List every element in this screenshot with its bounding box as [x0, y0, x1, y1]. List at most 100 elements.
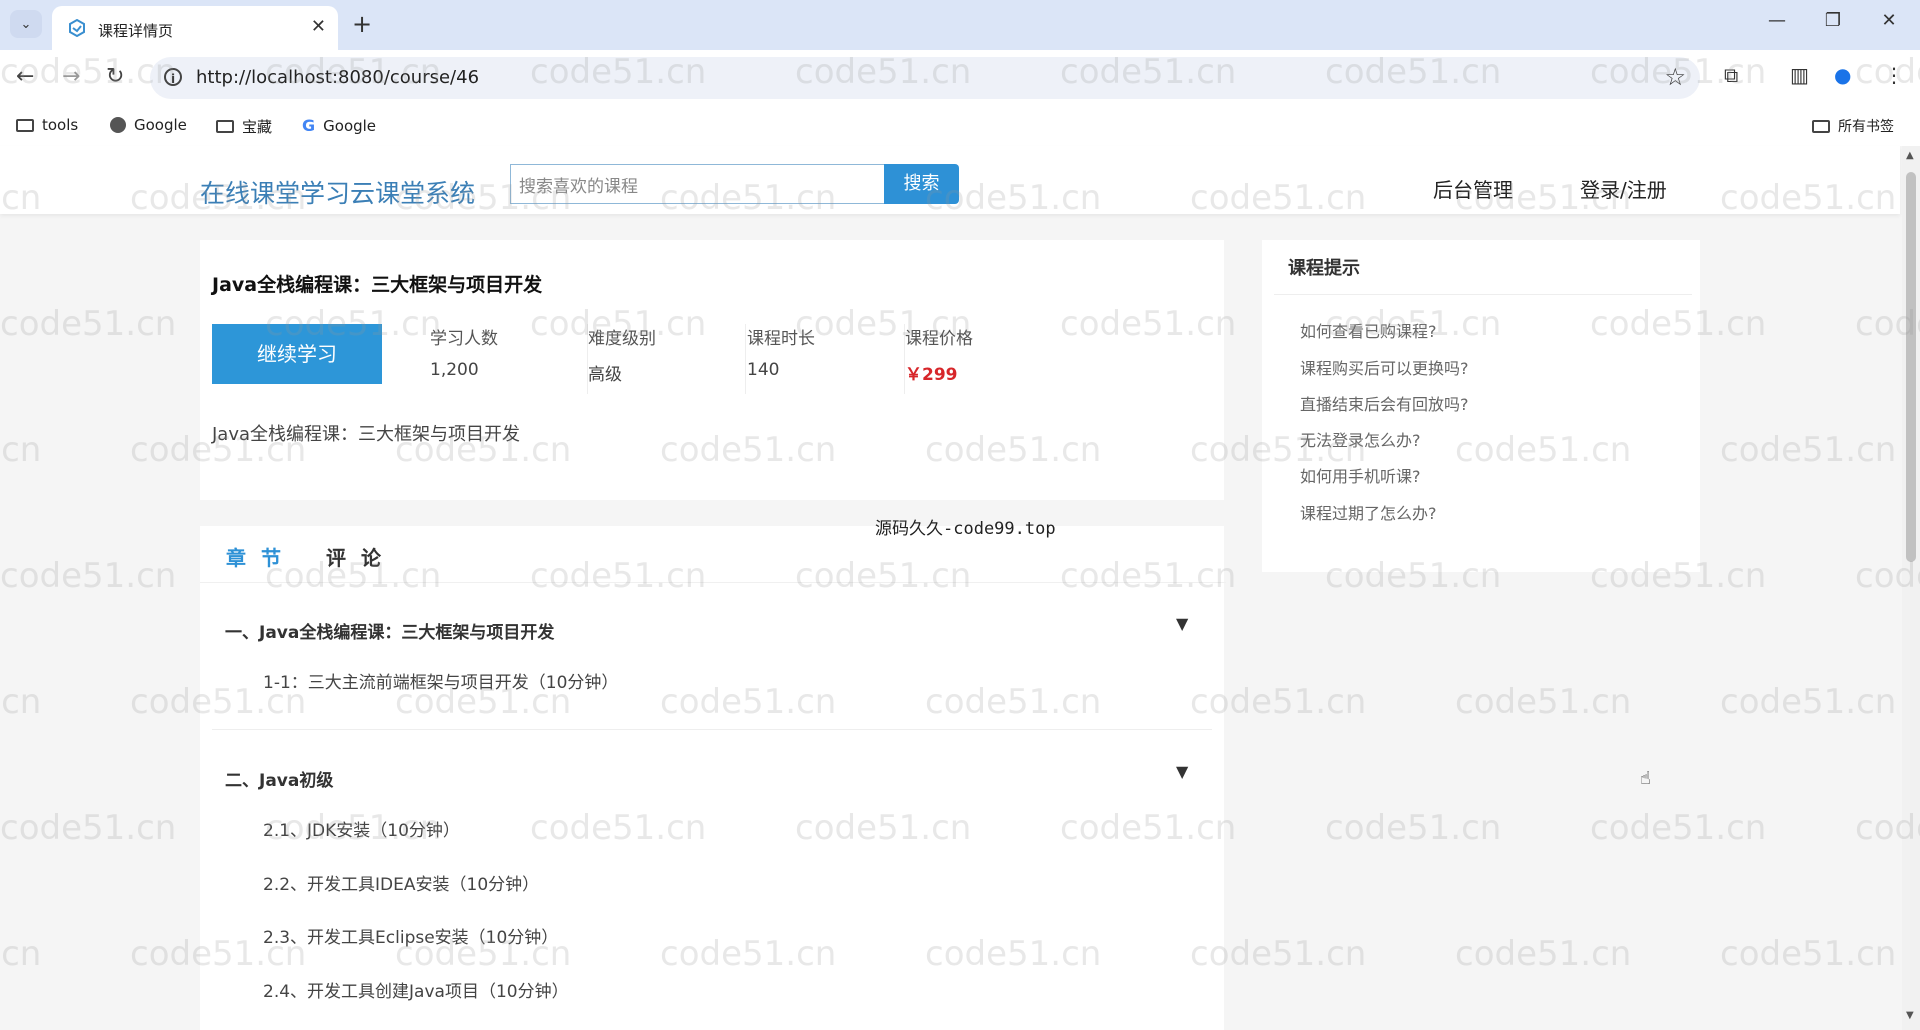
- content-tabs: 章 节 评 论: [200, 526, 1226, 583]
- watermark-text: code51.cn: [1720, 934, 1897, 974]
- restore-window-icon[interactable]: ❐: [1818, 10, 1848, 31]
- folder-icon: [16, 118, 34, 132]
- watermark-text: code51.cn: [1720, 430, 1897, 470]
- bookmark-label: Google: [323, 116, 377, 135]
- browser-toolbar: ← → ↻ i http://localhost:8080/course/46 …: [0, 50, 1920, 106]
- browser-tab[interactable]: 课程详情页 ✕: [52, 6, 338, 50]
- watermark-text: code51.cn: [1720, 682, 1897, 722]
- watermark-text: code51.cn: [1325, 808, 1502, 848]
- tip-link[interactable]: 如何用手机听课?: [1300, 463, 1421, 487]
- tab-title: 课程详情页: [98, 22, 174, 40]
- back-arrow-icon[interactable]: ←: [16, 64, 34, 89]
- google-icon: G: [302, 116, 316, 135]
- lesson-item[interactable]: 2.4、开发工具创建Java项目（10分钟）: [263, 977, 569, 1002]
- bookmark-label: tools: [42, 116, 79, 134]
- search-button[interactable]: 搜索: [884, 164, 959, 204]
- watermark-text: code51.cn: [0, 682, 42, 722]
- url-text[interactable]: http://localhost:8080/course/46: [196, 67, 479, 88]
- folder-icon: [216, 120, 234, 133]
- course-info-card: Java全栈编程课：三大框架与项目开发 继续学习 学习人数 1,200 难度级别…: [200, 240, 1224, 500]
- watermark-text: code51.cn: [1590, 808, 1767, 848]
- tips-title: 课程提示: [1288, 258, 1360, 279]
- bookmark-star-icon[interactable]: ☆: [1664, 63, 1686, 91]
- lesson-item[interactable]: 2.2、开发工具IDEA安装（10分钟）: [263, 870, 539, 895]
- tip-link[interactable]: 直播结束后会有回放吗?: [1300, 391, 1469, 415]
- tab-search-menu-button[interactable]: ⌄: [10, 10, 42, 38]
- globe-icon: [110, 117, 126, 133]
- stat-price: 课程价格 ￥299: [905, 324, 1063, 394]
- lesson-item[interactable]: 2.1、JDK安装（10分钟）: [263, 816, 460, 841]
- stat-duration: 课程时长 140: [747, 324, 905, 394]
- course-search-input[interactable]: 搜索喜欢的课程: [510, 164, 884, 204]
- tip-link[interactable]: 无法登录怎么办?: [1300, 427, 1421, 451]
- chapter-divider: [212, 729, 1212, 730]
- stat-value: 140: [747, 360, 780, 380]
- bookmark-label: 宝藏: [242, 118, 273, 136]
- all-bookmarks[interactable]: 所有书签: [1812, 116, 1894, 136]
- tip-link[interactable]: 如何查看已购课程?: [1300, 318, 1437, 342]
- stat-label: 课程时长: [747, 329, 815, 349]
- expand-arrow-icon[interactable]: ▼: [1176, 614, 1188, 633]
- stat-value: 1,200: [430, 360, 479, 380]
- bookmark-treasure[interactable]: 宝藏: [216, 116, 272, 137]
- course-price: ￥299: [905, 365, 958, 385]
- bookmarks-bar: tools Google 宝藏 G Google 所有书签: [0, 106, 1920, 146]
- nav-login-register-link[interactable]: 登录/注册: [1580, 174, 1667, 203]
- folder-icon: [1812, 119, 1830, 133]
- extensions-icon[interactable]: ⧉: [1724, 63, 1738, 87]
- bookmark-google[interactable]: Google: [110, 116, 187, 134]
- tip-link[interactable]: 课程购买后可以更换吗?: [1300, 355, 1469, 379]
- close-tab-icon[interactable]: ✕: [311, 16, 326, 37]
- nav-admin-link[interactable]: 后台管理: [1433, 174, 1513, 203]
- tips-divider: [1274, 294, 1692, 295]
- site-header: 在线课堂学习云课堂系统 搜索喜欢的课程 搜索 后台管理 登录/注册: [0, 146, 1900, 214]
- stat-difficulty: 难度级别 高级: [588, 324, 746, 394]
- tab-comments[interactable]: 评 论: [326, 542, 385, 571]
- side-panel-icon[interactable]: ▥: [1790, 63, 1809, 87]
- stat-label: 难度级别: [588, 329, 656, 349]
- new-tab-icon[interactable]: +: [352, 10, 372, 38]
- site-logo[interactable]: 在线课堂学习云课堂系统: [200, 174, 475, 210]
- scroll-thumb[interactable]: [1906, 172, 1916, 562]
- watermark-text: code51.cn: [0, 304, 177, 344]
- watermark-text: code51.cn: [1455, 934, 1632, 974]
- scroll-down-arrow-icon[interactable]: ▼: [1906, 1010, 1914, 1021]
- minimize-window-icon[interactable]: —: [1762, 10, 1792, 31]
- bookmark-google-2[interactable]: G Google: [302, 116, 376, 135]
- continue-learning-button[interactable]: 继续学习: [212, 324, 382, 384]
- watermark-text: code51.cn: [0, 556, 177, 596]
- chevron-down-icon: ⌄: [20, 16, 32, 32]
- overlay-caption: 源码久久-code99.top: [875, 519, 1056, 539]
- stat-label: 课程价格: [905, 329, 973, 349]
- watermark-text: code51.cn: [1455, 682, 1632, 722]
- mouse-cursor-icon: ☝: [1640, 768, 1651, 789]
- page-scrollbar[interactable]: ▲ ▼: [1902, 146, 1920, 1030]
- course-description: Java全栈编程课：三大框架与项目开发: [212, 424, 521, 445]
- chapter-title[interactable]: 二、Java初级: [225, 766, 333, 791]
- course-title: Java全栈编程课：三大框架与项目开发: [212, 274, 543, 296]
- watermark-text: code51.cn: [0, 808, 177, 848]
- close-window-icon[interactable]: ✕: [1874, 10, 1904, 31]
- site-info-icon[interactable]: i: [164, 68, 182, 86]
- profile-avatar-icon[interactable]: ●: [1834, 63, 1851, 87]
- bookmark-tools[interactable]: tools: [16, 116, 78, 134]
- expand-arrow-icon[interactable]: ▼: [1176, 762, 1188, 781]
- watermark-text: code51.cn: [0, 430, 42, 470]
- address-bar[interactable]: i http://localhost:8080/course/46 ☆: [150, 57, 1700, 99]
- scroll-up-arrow-icon[interactable]: ▲: [1906, 150, 1914, 161]
- course-tips-card: 课程提示 如何查看已购课程? 课程购买后可以更换吗? 直播结束后会有回放吗? 无…: [1262, 240, 1700, 572]
- bookmark-label: Google: [134, 116, 187, 134]
- lesson-item[interactable]: 1-1：三大主流前端框架与项目开发（10分钟）: [263, 668, 618, 693]
- watermark-text: code51.cn: [0, 934, 42, 974]
- chapters-card: 章 节 评 论 一、Java全栈编程课：三大框架与项目开发 ▼ 1-1：三大主流…: [200, 526, 1226, 1030]
- stat-label: 学习人数: [430, 329, 498, 349]
- lesson-item[interactable]: 2.3、开发工具Eclipse安装（10分钟）: [263, 923, 558, 948]
- tab-chapters[interactable]: 章 节: [226, 542, 285, 571]
- forward-arrow-icon[interactable]: →: [62, 64, 80, 89]
- chapter-title[interactable]: 一、Java全栈编程课：三大框架与项目开发: [225, 618, 554, 643]
- browser-tabstrip: ⌄ 课程详情页 ✕ + — ❐ ✕: [0, 0, 1920, 50]
- reload-icon[interactable]: ↻: [106, 64, 124, 89]
- tip-link[interactable]: 课程过期了怎么办?: [1300, 500, 1437, 524]
- stat-value: 高级: [588, 365, 622, 385]
- more-menu-icon[interactable]: ⋮: [1884, 63, 1904, 87]
